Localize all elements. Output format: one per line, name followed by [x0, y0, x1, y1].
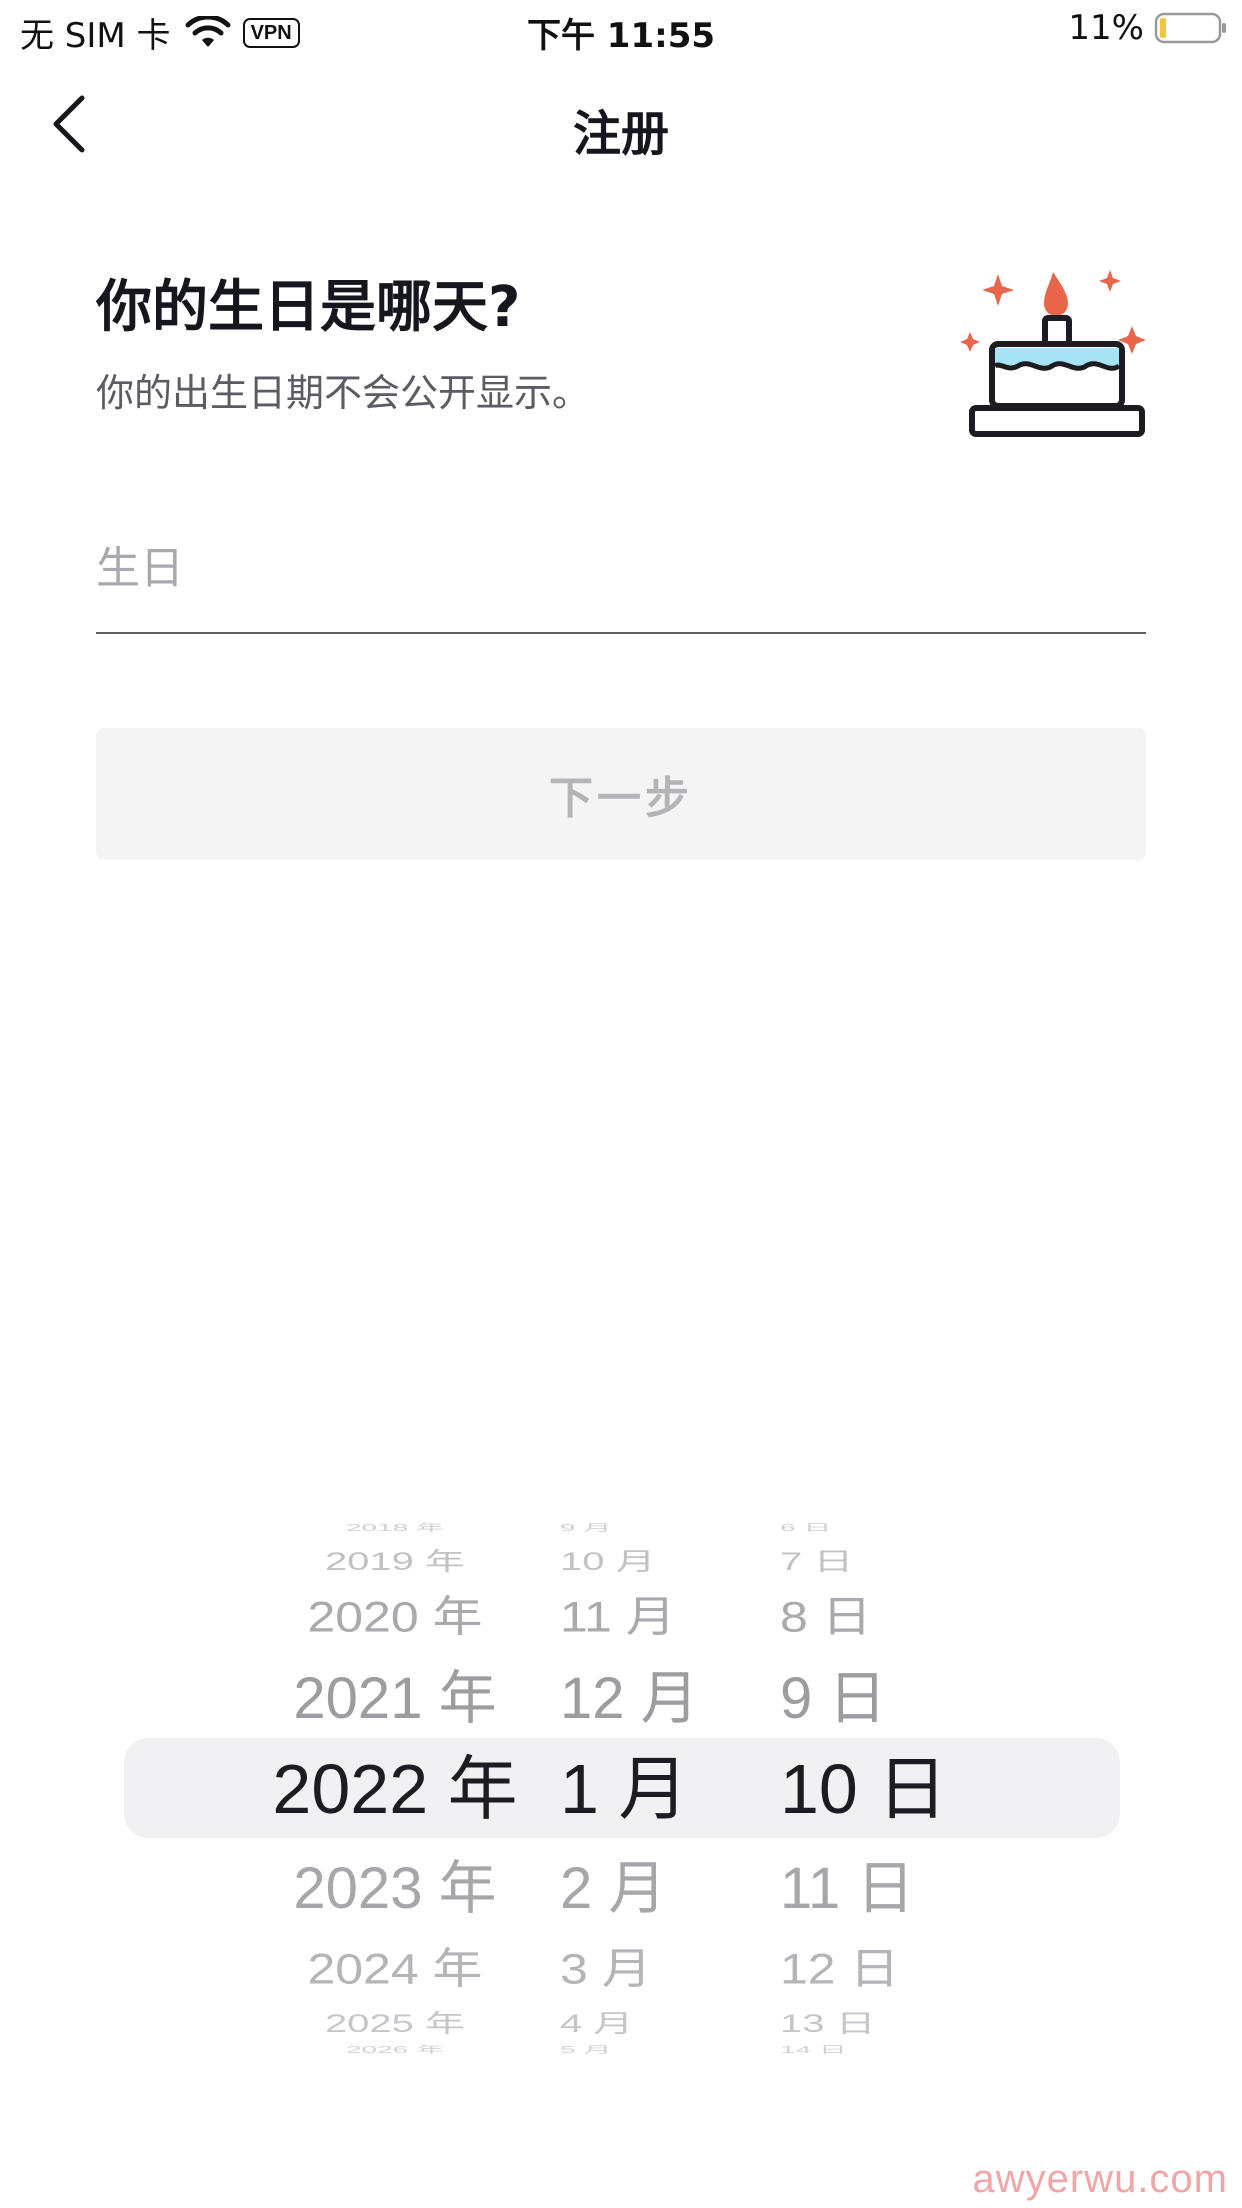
nav-bar: 注册	[0, 80, 1242, 168]
day-option[interactable]: 9 日	[770, 1670, 980, 1728]
watermark: awyerwu.com	[972, 2157, 1228, 2201]
birthday-cake-icon	[960, 270, 1146, 437]
status-right: 11%	[1068, 8, 1228, 48]
month-option[interactable]: 12 月	[550, 1670, 750, 1728]
date-picker[interactable]: 2018 年 2019 年 2020 年 2021 年 2022 年 2023 …	[0, 1500, 1242, 2060]
day-option[interactable]: 13 日	[770, 2012, 980, 2037]
birthday-placeholder: 生日	[96, 543, 184, 594]
year-option[interactable]: 2024 年	[250, 1948, 540, 1991]
day-option[interactable]: 6 日	[770, 1523, 980, 1533]
year-option[interactable]: 2019 年	[250, 1550, 540, 1575]
year-option[interactable]: 2025 年	[250, 2012, 540, 2037]
battery-icon	[1154, 12, 1226, 44]
day-option[interactable]: 11 日	[770, 1860, 980, 1918]
birthday-question-heading: 你的生日是哪天?	[96, 275, 521, 340]
next-button-label: 下一步	[549, 773, 693, 824]
year-option[interactable]: 2023 年	[250, 1860, 540, 1918]
day-option[interactable]: 8 日	[770, 1596, 980, 1639]
year-option[interactable]: 2026 年	[250, 2045, 540, 2055]
year-option-selected[interactable]: 2022 年	[250, 1754, 540, 1824]
month-wheel[interactable]: 9 月 10 月 11 月 12 月 1 月 2 月 3 月 4 月 5 月	[550, 1500, 740, 2060]
month-option[interactable]: 5 月	[550, 2045, 750, 2055]
month-option[interactable]: 10 月	[550, 1550, 750, 1575]
year-option[interactable]: 2021 年	[250, 1670, 540, 1728]
year-option[interactable]: 2020 年	[250, 1596, 540, 1639]
page-title: 注册	[572, 106, 669, 162]
day-wheel[interactable]: 6 日 7 日 8 日 9 日 10 日 11 日 12 日 13 日 14 日	[770, 1500, 970, 2060]
month-option[interactable]: 3 月	[550, 1948, 750, 1991]
month-option-selected[interactable]: 1 月	[550, 1754, 750, 1824]
next-button[interactable]: 下一步	[96, 728, 1146, 860]
privacy-note: 你的出生日期不会公开显示。	[96, 371, 591, 415]
day-option[interactable]: 12 日	[770, 1948, 980, 1991]
battery-percent: 11%	[1068, 8, 1144, 48]
birthday-input[interactable]: 生日	[96, 520, 1146, 634]
year-wheel[interactable]: 2018 年 2019 年 2020 年 2021 年 2022 年 2023 …	[250, 1500, 540, 2060]
day-option-selected[interactable]: 10 日	[770, 1754, 980, 1824]
month-option[interactable]: 4 月	[550, 2012, 750, 2037]
year-option[interactable]: 2018 年	[250, 1523, 540, 1533]
day-option[interactable]: 14 日	[770, 2045, 980, 2055]
status-bar: 无 SIM 卡 VPN 下午 11:55 11%	[0, 0, 1242, 62]
month-option[interactable]: 2 月	[550, 1860, 750, 1918]
month-option[interactable]: 11 月	[550, 1596, 750, 1639]
day-option[interactable]: 7 日	[770, 1550, 980, 1575]
month-option[interactable]: 9 月	[550, 1523, 750, 1533]
status-time: 下午 11:55	[526, 16, 716, 56]
